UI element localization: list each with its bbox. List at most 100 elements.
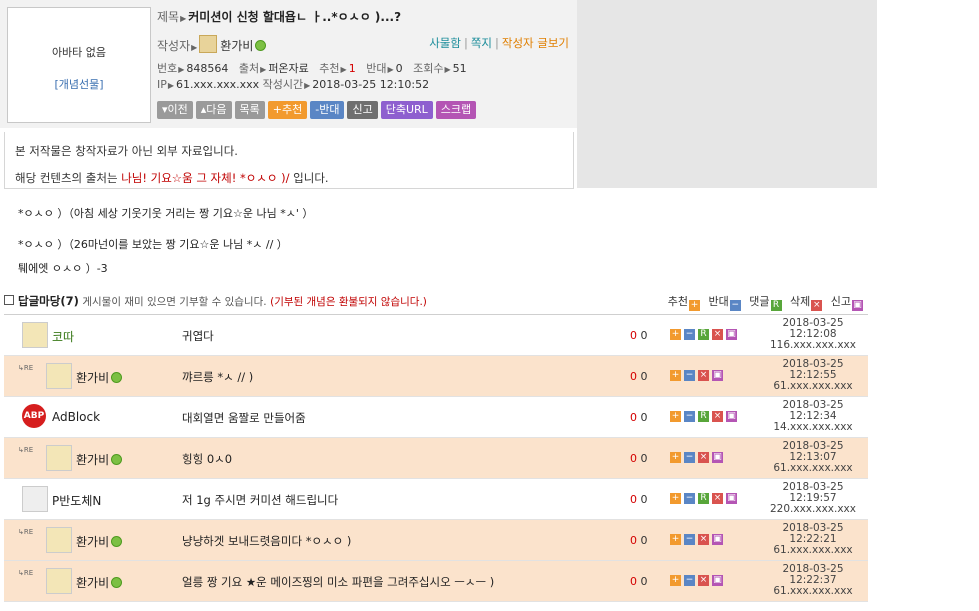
minus-icon[interactable]: − bbox=[684, 369, 695, 381]
message-link[interactable]: 쪽지 bbox=[471, 36, 492, 50]
reply-r-icon[interactable]: R bbox=[698, 328, 709, 340]
report-icon[interactable]: ▣ bbox=[726, 328, 737, 340]
minus-icon: − bbox=[729, 300, 741, 311]
reply-author[interactable]: 코따 bbox=[52, 328, 74, 345]
reply-row: ↳RE 환가비 냥냥하겟 보내드렷음미다 *ㅇㅅㅇ ) 0 0 + − × ▣ 201… bbox=[4, 520, 868, 561]
reply-datetime: 2018-03-25 12:12:34 14.xxx.xxx.xxx bbox=[773, 399, 853, 433]
minus-icon[interactable]: − bbox=[684, 410, 695, 422]
minus-icon[interactable]: − bbox=[684, 328, 695, 340]
report-icon: ▣ bbox=[852, 300, 863, 311]
report-icon[interactable]: ▣ bbox=[712, 451, 723, 463]
notice-line-2: 해당 컨텐츠의 출처는 나님! 기요☆움 그 자체! *ㅇㅅㅇ )/ 입니다. bbox=[15, 171, 329, 185]
plus-icon[interactable]: + bbox=[670, 451, 681, 463]
reply-arrow-icon: ↳RE bbox=[18, 569, 34, 577]
reply-actions: + − R × ▣ bbox=[670, 327, 740, 340]
author-name[interactable]: 환가비 bbox=[220, 39, 253, 53]
gift-concept-link[interactable]: [개념선물] bbox=[8, 76, 150, 92]
delete-x-icon[interactable]: × bbox=[698, 533, 709, 545]
reply-row: P반도체N 저 1g 주시면 커미션 해드립니다 0 0 + − R × ▣ 2018-… bbox=[4, 479, 868, 520]
locker-link[interactable]: 사물함 bbox=[429, 36, 461, 50]
reply-list: 코따 귀엽다 0 0 + − R × ▣ 2018-03-25 12:12:08 116.x… bbox=[4, 314, 868, 602]
plus-icon[interactable]: + bbox=[670, 574, 681, 586]
report-icon[interactable]: ▣ bbox=[726, 492, 737, 504]
user-avatar bbox=[46, 568, 72, 594]
delete-x-icon[interactable]: × bbox=[712, 328, 723, 340]
prev-button[interactable]: ▾이전 bbox=[157, 101, 193, 119]
report-icon[interactable]: ▣ bbox=[726, 410, 737, 422]
minus-icon[interactable]: − bbox=[684, 574, 695, 586]
triangle-icon: ▶ bbox=[180, 14, 187, 23]
next-button[interactable]: ▴다음 bbox=[195, 101, 232, 119]
triangle-icon: ▶ bbox=[191, 43, 198, 52]
delete-x-icon[interactable]: × bbox=[698, 574, 709, 586]
report-icon[interactable]: ▣ bbox=[712, 574, 723, 586]
reply-actions: + − × ▣ bbox=[670, 532, 726, 545]
reply-author[interactable]: 환가비 bbox=[76, 451, 123, 468]
reply-votes: 0 0 bbox=[630, 493, 648, 506]
reply-text: 꺄르릉 *ㅅ // ) bbox=[182, 370, 254, 384]
donate-warning: (기부된 개념은 환불되지 않습니다.) bbox=[270, 296, 427, 308]
minus-icon[interactable]: − bbox=[684, 533, 695, 545]
plus-icon[interactable]: + bbox=[670, 492, 681, 504]
reply-datetime: 2018-03-25 12:22:21 61.xxx.xxx.xxx bbox=[773, 522, 853, 556]
reply-datetime: 2018-03-25 12:13:07 61.xxx.xxx.xxx bbox=[773, 440, 853, 474]
report-button[interactable]: 신고 bbox=[347, 101, 378, 119]
post-time: 2018-03-25 12:10:52 bbox=[312, 78, 430, 91]
reply-author[interactable]: 환가비 bbox=[76, 574, 123, 591]
plus-icon[interactable]: + bbox=[670, 328, 681, 340]
post-toolbar: ▾이전 ▴다음 목록 +추천 -반대 신고 단축URL 스크랩 bbox=[157, 101, 477, 119]
reply-actions: + − R × ▣ bbox=[670, 409, 740, 422]
action-legend: 추천 + 반대 − 댓글 R 삭제 × 신고 ▣ bbox=[667, 295, 863, 311]
author-posts-link[interactable]: 작성자 글보기 bbox=[502, 36, 569, 50]
author-avatar-box: 아바타 없음 [개념선물] bbox=[7, 7, 151, 123]
reply-actions: + − × ▣ bbox=[670, 573, 726, 586]
post-ip-row: IP▶ 61.xxx.xxx.xxx 작성시간▶ 2018-03-25 12:10:… bbox=[157, 78, 430, 91]
reply-votes: 0 0 bbox=[630, 370, 648, 383]
reply-author[interactable]: AdBlock bbox=[52, 410, 100, 424]
author-label: 작성자 bbox=[157, 39, 191, 53]
view-count: 51 bbox=[452, 62, 467, 75]
reply-author[interactable]: P반도체N bbox=[52, 492, 101, 509]
list-button[interactable]: 목록 bbox=[234, 101, 265, 119]
report-icon[interactable]: ▣ bbox=[712, 533, 723, 545]
minus-icon[interactable]: − bbox=[684, 451, 695, 463]
avatar-none-label: 아바타 없음 bbox=[51, 46, 107, 59]
delete-x-icon[interactable]: × bbox=[698, 369, 709, 381]
delete-x-icon: × bbox=[811, 300, 823, 311]
scrap-button[interactable]: 스크랩 bbox=[435, 101, 477, 119]
reply-datetime: 2018-03-25 12:22:37 61.xxx.xxx.xxx bbox=[773, 563, 853, 597]
reply-text: 냥냥하겟 보내드렷음미다 *ㅇㅅㅇ ) bbox=[182, 534, 352, 548]
reply-row: ↳RE 환가비 얼릉 짱 기요 ★운 메이즈찡의 미소 파편을 그려주십시오 ㅡ… bbox=[4, 561, 868, 602]
reply-r-icon: R bbox=[770, 300, 782, 311]
post-body-line: *ㅇㅅㅇ ）（아침 세상 기웃기웃 거리는 짱 기요☆운 나님 *ㅅ' ） bbox=[18, 207, 314, 220]
post-meta-row: 번호▶ 848564 출처▶ 퍼온자료 추천▶ 1 반대▶ 0 조회수▶ 51 bbox=[157, 62, 467, 75]
reply-r-icon[interactable]: R bbox=[698, 492, 709, 504]
oppose-button[interactable]: -반대 bbox=[310, 101, 345, 119]
online-dot-icon bbox=[111, 536, 123, 547]
reply-r-icon[interactable]: R bbox=[698, 410, 709, 422]
author-thumbnail-icon bbox=[199, 35, 218, 53]
delete-x-icon[interactable]: × bbox=[712, 492, 723, 504]
reply-votes: 0 0 bbox=[630, 534, 648, 547]
reply-datetime: 2018-03-25 12:12:55 61.xxx.xxx.xxx bbox=[773, 358, 853, 392]
reply-row: ABP AdBlock 대회열면 움짤로 만들어줌 0 0 + − R × ▣ 2018… bbox=[4, 397, 868, 438]
reply-votes: 0 0 bbox=[630, 411, 648, 424]
user-avatar bbox=[22, 322, 48, 348]
recommend-button[interactable]: +추천 bbox=[267, 101, 308, 119]
delete-x-icon[interactable]: × bbox=[712, 410, 723, 422]
reply-author[interactable]: 환가비 bbox=[76, 533, 123, 550]
post-body-line: 퉤에엣 ㅇㅅㅇ ）-3 bbox=[18, 262, 108, 275]
delete-x-icon[interactable]: × bbox=[698, 451, 709, 463]
plus-icon[interactable]: + bbox=[670, 533, 681, 545]
short-url-button[interactable]: 단축URL bbox=[380, 101, 433, 119]
notice-line-1: 본 저작물은 창작자료가 아닌 외부 자료입니다. bbox=[15, 144, 238, 158]
report-icon[interactable]: ▣ bbox=[712, 369, 723, 381]
plus-icon[interactable]: + bbox=[670, 410, 681, 422]
plus-icon[interactable]: + bbox=[670, 369, 681, 381]
reply-text: 귀엽다 bbox=[182, 329, 214, 343]
post-ip: 61.xxx.xxx.xxx bbox=[176, 78, 260, 91]
post-body-line: *ㅇㅅㅇ ）（26마넌이를 보았는 짱 기요☆운 나님 *ㅅ // ） bbox=[18, 238, 288, 251]
reply-author[interactable]: 환가비 bbox=[76, 369, 123, 386]
minus-icon[interactable]: − bbox=[684, 492, 695, 504]
reply-section-title: 답글마당 bbox=[18, 294, 61, 308]
